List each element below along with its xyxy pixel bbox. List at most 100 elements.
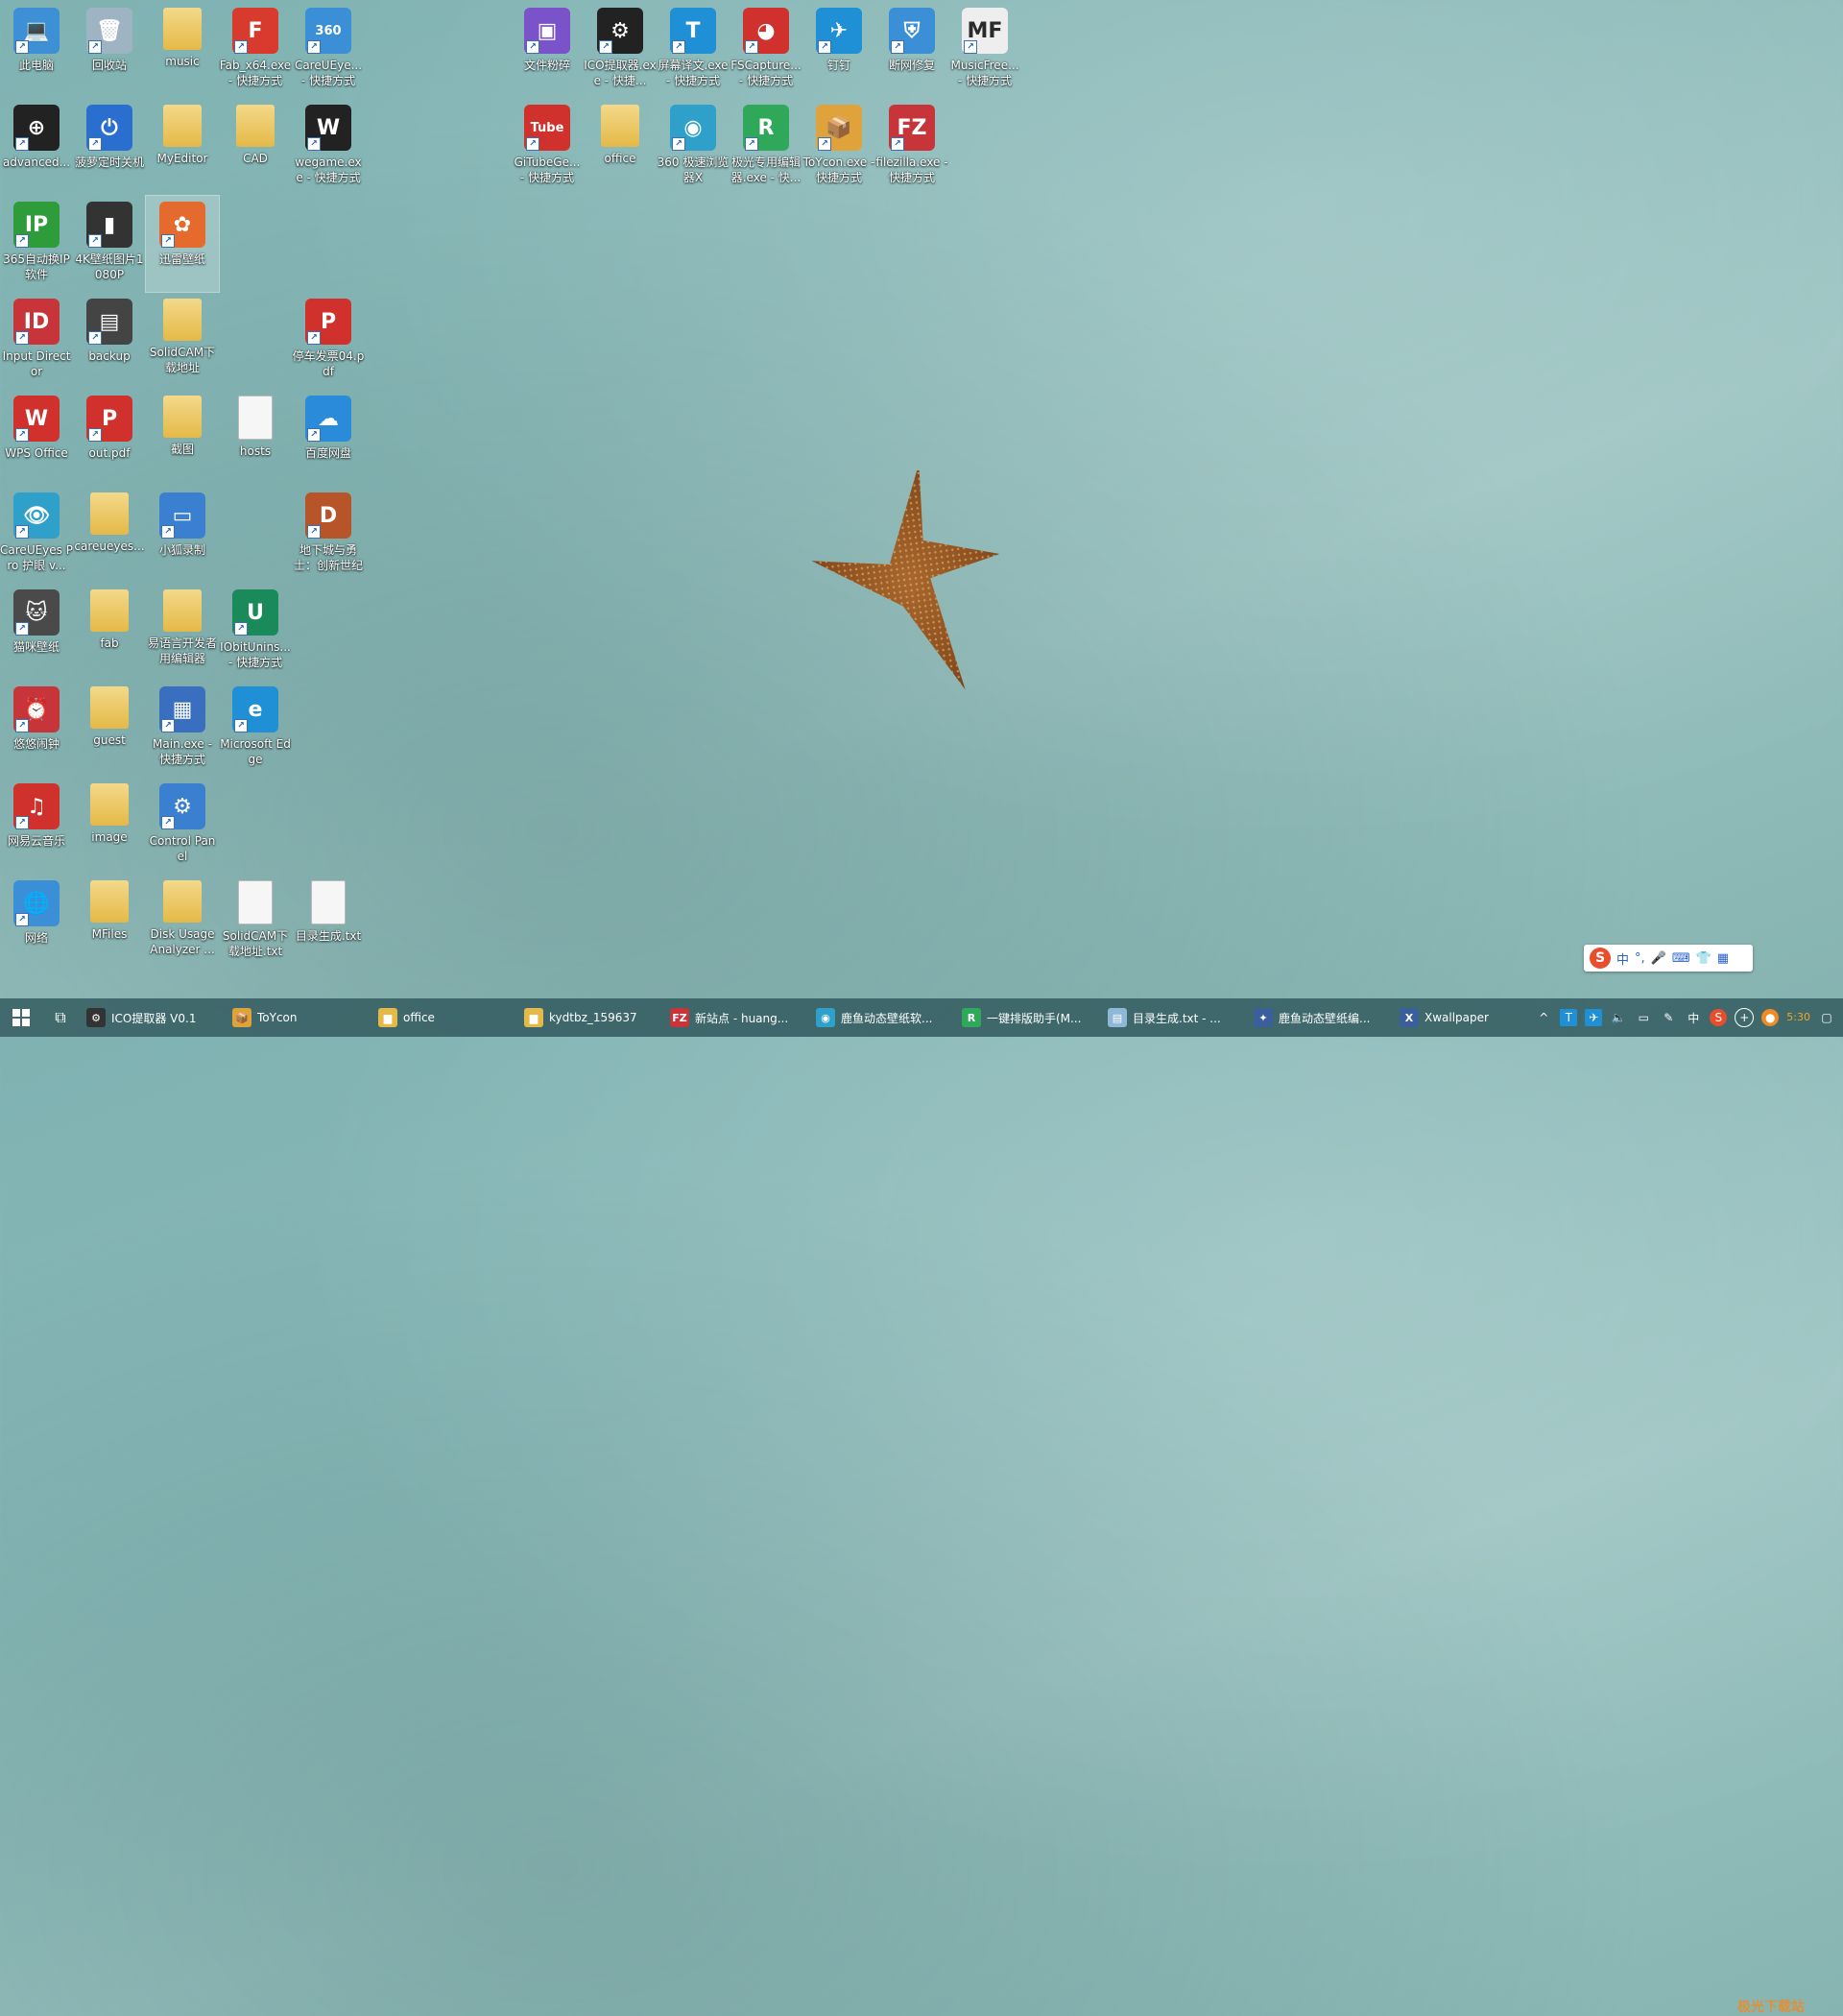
- ime-skin-icon[interactable]: 👕: [1696, 951, 1711, 966]
- desktop-icon[interactable]: ✈ ↗ 钉钉: [802, 2, 875, 98]
- desktop-icon[interactable]: 📦 ↗ ToYcon.exe - 快捷方式: [802, 99, 875, 195]
- taskbar-app-button[interactable]: ✦ 鹿鱼动态壁纸编...: [1246, 998, 1392, 1037]
- text-file-icon: [238, 396, 273, 440]
- app-icon: 💻 ↗: [13, 8, 60, 54]
- shortcut-arrow-icon: ↗: [745, 40, 758, 54]
- desktop-icon[interactable]: ✿ ↗ 迅雷壁纸: [145, 195, 220, 293]
- desktop-icon[interactable]: 目录生成.txt: [292, 875, 365, 971]
- desktop-icon[interactable]: 💻 ↗ 此电脑: [0, 2, 73, 98]
- desktop-icon[interactable]: FZ ↗ filezilla.exe - 快捷方式: [875, 99, 948, 195]
- desktop-icon[interactable]: ◕ ↗ FSCapture... - 快捷方式: [730, 2, 802, 98]
- taskbar-app-button[interactable]: ▤ 目录生成.txt - ...: [1100, 998, 1246, 1037]
- desktop-icon[interactable]: 易语言开发者用编辑器: [146, 584, 219, 680]
- task-view-button[interactable]: ⧉: [42, 998, 79, 1037]
- desktop-icon-label: image: [91, 830, 128, 844]
- desktop-icon[interactable]: guest: [73, 681, 146, 777]
- taskbar-app-button[interactable]: ◉ 鹿鱼动态壁纸软...: [808, 998, 954, 1037]
- desktop-icon[interactable]: ☁ ↗ 百度网盘: [292, 390, 365, 486]
- desktop-icon[interactable]: ⛨ ↗ 断网修复: [875, 2, 948, 98]
- show-hidden-icons-chevron-icon[interactable]: ^: [1535, 1009, 1552, 1026]
- add-circle-icon[interactable]: +: [1735, 1008, 1755, 1027]
- ime-microphone-icon[interactable]: 🎤: [1651, 951, 1666, 966]
- desktop-icon[interactable]: music: [146, 2, 219, 98]
- pen-icon[interactable]: ✎: [1660, 1009, 1677, 1026]
- desktop-icon[interactable]: 360 ↗ CareUEye... - 快捷方式: [292, 2, 365, 98]
- desktop-icon[interactable]: ⚙ ↗ ICO提取器.exe - 快捷...: [584, 2, 657, 98]
- desktop-icon[interactable]: P ↗ 停车发票04.pdf: [292, 293, 365, 389]
- desktop-icon[interactable]: SolidCAM下载地址: [146, 293, 219, 389]
- desktop-icon[interactable]: ▦ ↗ Main.exe - 快捷方式: [146, 681, 219, 777]
- desktop-icon[interactable]: ♫ ↗ 网易云音乐: [0, 778, 73, 874]
- ime-menu-icon[interactable]: ▦: [1717, 951, 1729, 966]
- desktop-icon[interactable]: ▮ ↗ 4K壁纸图片1080P: [73, 196, 146, 292]
- desktop-icon[interactable]: hosts: [219, 390, 292, 486]
- desktop-icon[interactable]: 👁 ↗ CareUEyes Pro 护眼 v...: [0, 487, 73, 583]
- app-icon: 🐱 ↗: [13, 589, 60, 636]
- clock-time[interactable]: 5:30: [1786, 1012, 1810, 1023]
- desktop-icon[interactable]: CAD: [219, 99, 292, 195]
- app-icon: ▮ ↗: [86, 202, 132, 248]
- ime-punctuation-icon[interactable]: °,: [1635, 951, 1645, 966]
- taskbar-app-button[interactable]: X Xwallpaper: [1392, 998, 1538, 1037]
- taskbar-app-button[interactable]: FZ 新站点 - huang...: [662, 998, 808, 1037]
- desktop-icon[interactable]: e ↗ Microsoft Edge: [219, 681, 292, 777]
- desktop-icon[interactable]: W ↗ WPS Office: [0, 390, 73, 486]
- app-icon: ⏻ ↗: [86, 105, 132, 151]
- desktop-icon[interactable]: W ↗ wegame.exe - 快捷方式: [292, 99, 365, 195]
- desktop-icon[interactable]: ⊕ ↗ advanced...: [0, 99, 73, 195]
- taskbar-app-button[interactable]: ▆ office: [371, 998, 516, 1037]
- start-button[interactable]: [0, 998, 42, 1037]
- desktop-icon[interactable]: ⏰ ↗ 悠悠闹钟: [0, 681, 73, 777]
- desktop-icon[interactable]: 🗑 ↗ 回收站: [73, 2, 146, 98]
- ime-mode-toggle[interactable]: 中: [1616, 949, 1629, 968]
- notification-icon[interactable]: ▢: [1818, 1009, 1835, 1026]
- desktop-icon[interactable]: MyEditor: [146, 99, 219, 195]
- volume-icon[interactable]: 🔈: [1610, 1009, 1627, 1026]
- desktop-icon[interactable]: SolidCAM下载地址.txt: [219, 875, 292, 971]
- desktop-icon[interactable]: U ↗ IObitUnins... - 快捷方式: [219, 584, 292, 680]
- sogou-tray-icon[interactable]: S: [1710, 1009, 1728, 1026]
- desktop-icon[interactable]: 🌐 ↗ 网络: [0, 875, 73, 971]
- desktop-icon[interactable]: T ↗ 屏幕译文.exe - 快捷方式: [657, 2, 730, 98]
- desktop-icon[interactable]: ▤ ↗ backup: [73, 293, 146, 389]
- taskbar-app-button[interactable]: R 一键排版助手(M...: [954, 998, 1100, 1037]
- desktop-icon[interactable]: R ↗ 极光专用编辑器.exe - 快...: [730, 99, 802, 195]
- desktop-icon-label: 小狐录制: [158, 543, 205, 557]
- desktop-icon[interactable]: fab: [73, 584, 146, 680]
- shortcut-arrow-icon: ↗: [15, 719, 29, 732]
- shortcut-arrow-icon: ↗: [88, 40, 102, 54]
- record-circle-icon[interactable]: ●: [1761, 1009, 1780, 1026]
- sogou-logo-icon[interactable]: S: [1590, 948, 1611, 969]
- desktop-icon[interactable]: ◉ ↗ 360 极速浏览器X: [657, 99, 730, 195]
- desktop-icon[interactable]: MFiles: [73, 875, 146, 971]
- desktop-icon[interactable]: IP ↗ 365自动换IP软件: [0, 196, 73, 292]
- desktop-icon[interactable]: ID ↗ Input Director: [0, 293, 73, 389]
- shortcut-arrow-icon: ↗: [234, 40, 248, 54]
- desktop-icon[interactable]: image: [73, 778, 146, 874]
- desktop-icon[interactable]: careueyes...: [73, 487, 146, 583]
- network-icon[interactable]: ▭: [1635, 1009, 1652, 1026]
- desktop-icon[interactable]: ⏻ ↗ 菠萝定时关机: [73, 99, 146, 195]
- ime-toolbar[interactable]: S 中 °, 🎤 ⌨ 👕 ▦: [1584, 945, 1753, 972]
- desktop-icon[interactable]: F ↗ Fab_x64.exe - 快捷方式: [219, 2, 292, 98]
- desktop-icon[interactable]: ⚙ ↗ Control Panel: [146, 778, 219, 874]
- taskbar-app-button[interactable]: ⚙ ICO提取器 V0.1: [79, 998, 225, 1037]
- input-language-indicator[interactable]: 中: [1685, 1009, 1702, 1026]
- starfish-wallpaper-image: [811, 470, 1000, 690]
- desktop-icon[interactable]: D ↗ 地下城与勇士：创新世纪: [292, 487, 365, 583]
- taskbar-app-button[interactable]: ▆ kydtbz_159637: [516, 998, 662, 1037]
- desktop-icon[interactable]: ▣ ↗ 文件粉碎: [511, 2, 584, 98]
- ime-keyboard-icon[interactable]: ⌨: [1672, 951, 1690, 966]
- desktop-icon[interactable]: ▭ ↗ 小狐录制: [146, 487, 219, 583]
- desktop-icon[interactable]: 截图: [146, 390, 219, 486]
- taskbar-app-button[interactable]: 📦 ToYcon: [225, 998, 371, 1037]
- folder-icon: [236, 105, 275, 147]
- tray-dingtalk-icon[interactable]: ✈: [1585, 1009, 1603, 1026]
- tray-app-icon[interactable]: T: [1560, 1009, 1578, 1026]
- desktop-icon[interactable]: office: [584, 99, 657, 195]
- desktop-icon[interactable]: 🐱 ↗ 猫咪壁纸: [0, 584, 73, 680]
- desktop-icon[interactable]: MF ↗ MusicFree... - 快捷方式: [948, 2, 1021, 98]
- desktop-icon[interactable]: Tube ↗ GiTubeGe... - 快捷方式: [511, 99, 584, 195]
- desktop-icon[interactable]: Disk Usage Analyzer ...: [146, 875, 219, 971]
- desktop-icon[interactable]: P ↗ out.pdf: [73, 390, 146, 486]
